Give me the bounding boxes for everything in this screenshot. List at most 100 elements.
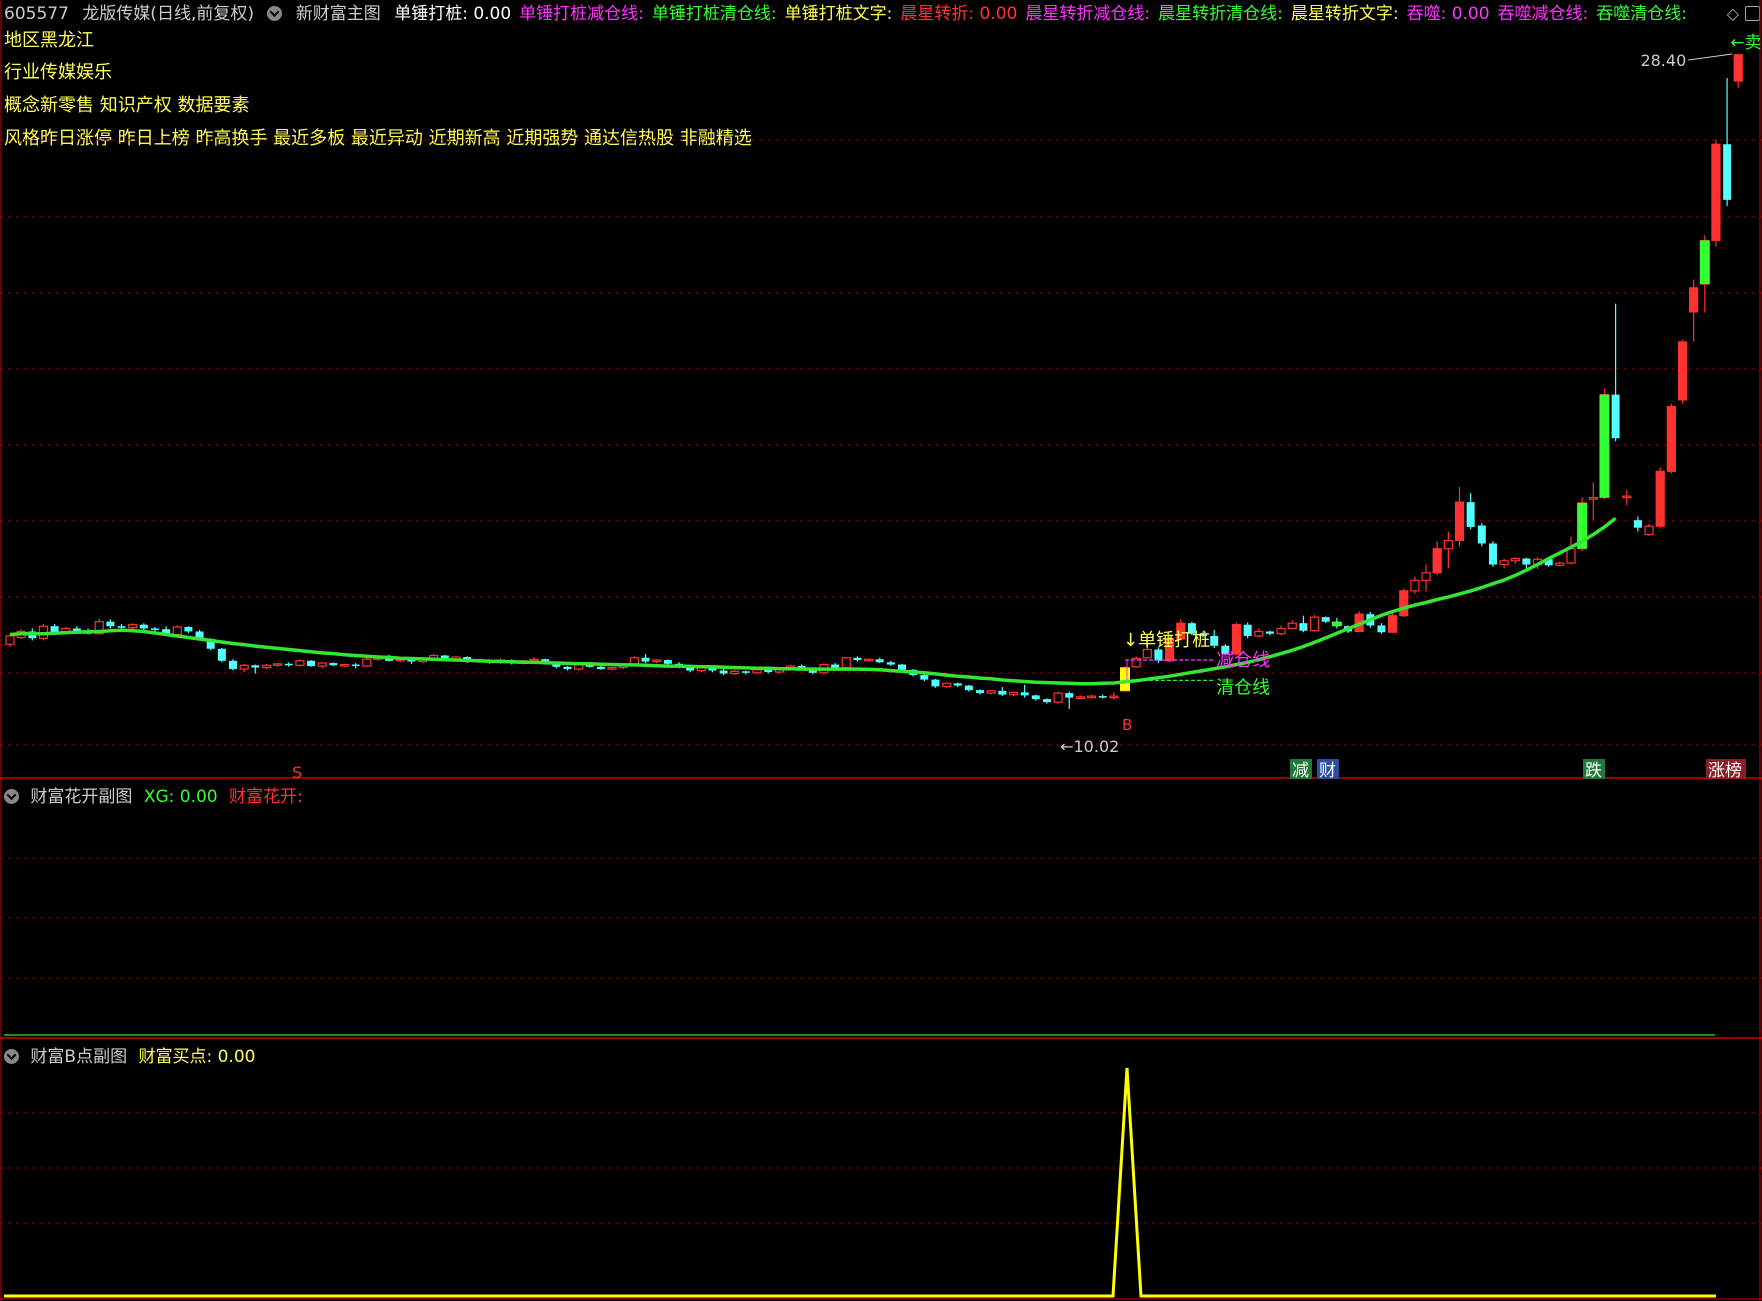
candle-body [1421, 572, 1431, 581]
candle-body [1287, 622, 1297, 630]
candle-body [1488, 543, 1497, 565]
tag-wealth: 财 [1319, 761, 1336, 781]
candle-body [964, 685, 973, 691]
candle-body [641, 657, 650, 662]
candle-body [898, 664, 906, 670]
candle-body [284, 663, 293, 666]
candle-body [1711, 143, 1721, 242]
candle-body [1243, 624, 1252, 636]
sub1-label: 财富花开: [229, 787, 303, 807]
candle-body [563, 666, 572, 670]
candle-body [117, 626, 126, 628]
signal-candle [1331, 621, 1342, 627]
candle-body [1154, 649, 1163, 661]
candle-body [1566, 548, 1576, 564]
candle-body [863, 658, 874, 662]
candle-body [886, 662, 895, 665]
sub1-xg: XG: 0.00 [143, 787, 218, 807]
candle-body [953, 683, 962, 686]
collapse-icon[interactable] [4, 1049, 19, 1064]
candle-body [1666, 406, 1676, 472]
candle-body [1053, 692, 1063, 703]
candle-body [251, 665, 260, 668]
sub2-label: 财富买点: 0.00 [138, 1047, 256, 1067]
candle-body [1499, 560, 1509, 566]
candle-body [1723, 144, 1732, 200]
buy-marker: B [1122, 716, 1132, 734]
candle-body [184, 626, 193, 632]
candle-body [719, 670, 728, 674]
candle-body [106, 621, 115, 627]
candle-body [1042, 699, 1051, 703]
candle-body [1633, 520, 1642, 528]
buy-point-line [4, 1067, 1716, 1298]
candle-body [217, 648, 226, 661]
candle-body [172, 626, 182, 636]
candle-body [1443, 539, 1453, 550]
reduce-line-label: 减仓线 [1216, 650, 1270, 671]
s-marker: S [292, 763, 302, 782]
candle-body [741, 671, 750, 673]
signal-candle [1599, 394, 1610, 498]
candle-body [1522, 558, 1531, 565]
sub1-name[interactable]: 财富花开副图 [30, 787, 132, 807]
low-price-label: ←10.02 [1060, 737, 1119, 756]
clear-line-label: 清仓线 [1216, 677, 1270, 698]
candle-body [1086, 695, 1097, 699]
tag-fall: 跌 [1585, 761, 1602, 781]
candle-body [295, 660, 305, 666]
candle-body [1555, 562, 1565, 566]
candle-body [1510, 557, 1520, 562]
candle-body [752, 669, 762, 674]
candle-body [1644, 525, 1654, 536]
candle-body [1075, 696, 1086, 699]
collapse-icon[interactable] [4, 789, 19, 804]
candle-body [150, 628, 159, 630]
candle-body [976, 690, 985, 694]
candle-body [1031, 695, 1040, 700]
candle-body [920, 675, 929, 680]
sub2-header: 财富B点副图 财富买点: 0.00 [4, 1042, 261, 1067]
candle-body [339, 663, 350, 667]
candle-body [1611, 394, 1620, 439]
kline-chart[interactable]: ↓单锤打桩减仓线清仓线 B S ←10.02 28.40 ←卖出减财 跌 涨榜 [0, 0, 1762, 1301]
high-price-label: 28.40 [1640, 51, 1686, 70]
candle-body [853, 657, 862, 661]
candle-body [1655, 470, 1665, 527]
sub1-header: 财富花开副图 XG: 0.00 财富花开: [4, 782, 309, 807]
candle-body [986, 690, 996, 694]
candle-body [1466, 502, 1475, 527]
candle-body [1689, 287, 1699, 313]
candle-body [139, 624, 148, 629]
candle-body [1387, 615, 1398, 633]
candle-body [1399, 590, 1409, 617]
tag-limit-up: 涨榜 [1708, 761, 1742, 781]
candle-body [1276, 627, 1286, 635]
candle-body [1254, 630, 1264, 637]
candle-body [1377, 625, 1386, 633]
candle-body [1020, 692, 1029, 696]
tag-reduce: 减 [1292, 761, 1309, 781]
candle-body [1299, 623, 1308, 631]
sell-label: ←卖出 [1730, 33, 1762, 53]
sub2-name[interactable]: 财富B点副图 [30, 1047, 127, 1067]
candle-body [1477, 525, 1486, 544]
candle-body [362, 658, 372, 667]
candle-body [329, 663, 338, 666]
candle-body [273, 663, 283, 666]
signal-candle [1699, 240, 1710, 285]
candle-body [1454, 501, 1465, 542]
candle-body [1210, 635, 1219, 646]
candle-body [607, 666, 617, 670]
candle-body [307, 660, 316, 667]
high-price-arrow [1688, 53, 1733, 61]
candle-body [663, 660, 672, 664]
candle-body [1109, 695, 1119, 699]
candle-body [128, 624, 138, 629]
candle-body [831, 664, 840, 668]
candle-body [1309, 616, 1320, 632]
candle-body [941, 682, 952, 687]
candle-body [1265, 631, 1274, 634]
candle-body [931, 679, 940, 687]
candle-body [261, 664, 272, 669]
